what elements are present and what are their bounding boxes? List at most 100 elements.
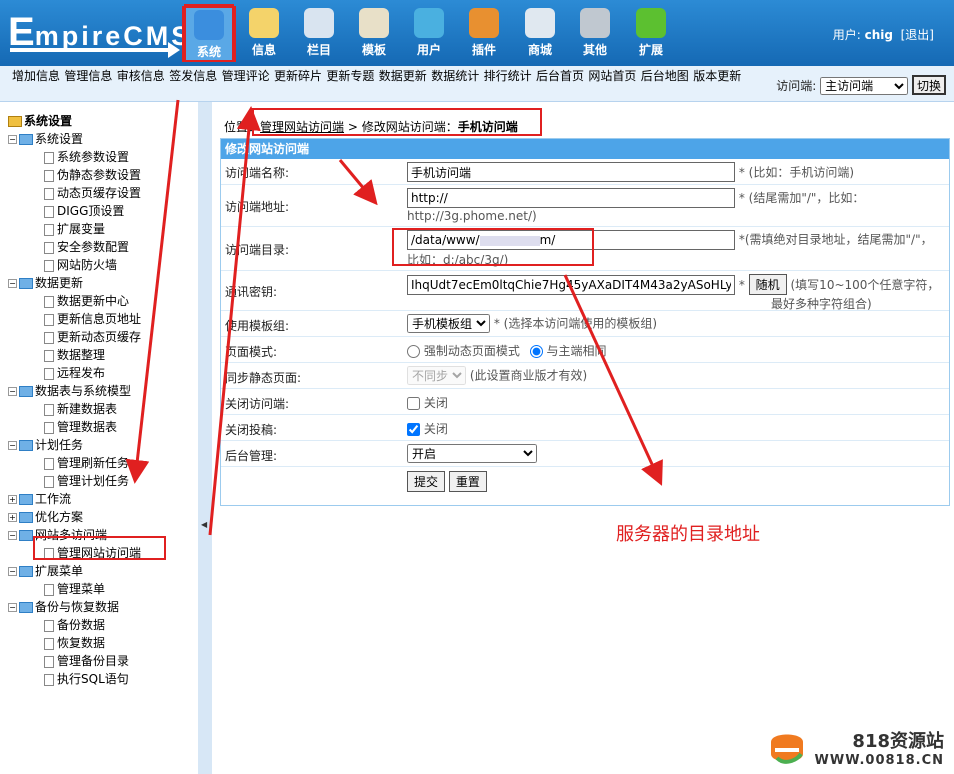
row-url: 访问端地址: * (结尾需加"/"，比如： http://3g.phome.ne…	[221, 185, 949, 227]
subnav-item[interactable]: 审核信息	[117, 69, 165, 84]
tree-item[interactable]: 更新动态页缓存	[44, 328, 141, 346]
collapse-toggle-icon[interactable]: −	[8, 279, 17, 288]
close-post-checkbox[interactable]	[407, 423, 420, 436]
name-hint: * (比如：手机访问端)	[738, 165, 855, 180]
subnav-item[interactable]: 管理信息	[64, 69, 112, 84]
name-input[interactable]	[407, 162, 735, 182]
mainnav-4[interactable]: 用户	[404, 4, 454, 62]
subnav-item[interactable]: 数据统计	[431, 69, 479, 84]
page-icon	[44, 583, 54, 596]
tree-item[interactable]: 动态页缓存设置	[44, 184, 141, 202]
tree-folder[interactable]: − 网站多访问端	[8, 526, 107, 544]
name-label: 访问端名称:	[225, 166, 290, 180]
url-input[interactable]	[407, 188, 735, 208]
user-icon	[414, 8, 444, 38]
tree-folder[interactable]: − 计划任务	[8, 436, 83, 454]
tree-item[interactable]: 管理菜单	[44, 580, 105, 598]
tree-item[interactable]: 恢复数据	[44, 634, 105, 652]
reset-button[interactable]: 重置	[448, 471, 487, 492]
tree-item[interactable]: 管理刷新任务	[44, 454, 129, 472]
tree-item[interactable]: DIGG顶设置	[44, 202, 124, 220]
mainnav-3[interactable]: 模板	[349, 4, 399, 62]
random-key-button[interactable]: 随机	[748, 274, 787, 295]
tree-folder[interactable]: − 系统设置	[8, 130, 83, 148]
subnav-item[interactable]: 后台地图	[641, 69, 689, 84]
collapse-toggle-icon[interactable]: −	[8, 387, 17, 396]
subnav-item[interactable]: 排行统计	[484, 69, 532, 84]
mainnav-7[interactable]: 其他	[570, 4, 620, 62]
page-icon	[44, 151, 54, 164]
subnav-item[interactable]: 增加信息	[12, 69, 60, 84]
tree-item[interactable]: 扩展变量	[44, 220, 105, 238]
template-select[interactable]: 手机模板组	[407, 314, 490, 333]
collapse-toggle-icon[interactable]: −	[8, 567, 17, 576]
tree-item[interactable]: 安全参数配置	[44, 238, 129, 256]
switch-button[interactable]: 切换	[911, 75, 946, 95]
subnav-item[interactable]: 签发信息	[169, 69, 217, 84]
row-sync: 同步静态页面: 不同步 (此设置商业版才有效)	[221, 363, 949, 389]
tree-folder[interactable]: + 优化方案	[8, 508, 83, 526]
watermark-line2: WWW.00818.CN	[814, 753, 944, 768]
tree-item[interactable]: 新建数据表	[44, 400, 117, 418]
subnav-item[interactable]: 后台首页	[536, 69, 584, 84]
row-buttons: 提交 重置	[221, 467, 949, 497]
tree-item[interactable]: 网站防火墙	[44, 256, 117, 274]
tree-folder[interactable]: + 工作流	[8, 490, 71, 508]
breadcrumb-link[interactable]: 管理网站访问端	[260, 120, 344, 134]
mainnav-5[interactable]: 插件	[459, 4, 509, 62]
sync-select[interactable]: 不同步	[407, 366, 466, 385]
tree-item[interactable]: 管理网站访问端	[44, 544, 141, 562]
page-icon	[44, 223, 54, 236]
mode-dynamic-radio[interactable]	[407, 345, 420, 358]
expand-toggle-icon[interactable]: +	[8, 495, 17, 504]
mainnav-6[interactable]: 商城	[515, 4, 565, 62]
admin-select[interactable]: 开启	[407, 444, 537, 463]
key-input[interactable]	[407, 275, 735, 295]
mainnav-8[interactable]: 扩展	[626, 4, 676, 62]
collapse-toggle-icon[interactable]: −	[8, 603, 17, 612]
tree-folder[interactable]: − 备份与恢复数据	[8, 598, 119, 616]
tree-item[interactable]: 系统参数设置	[44, 148, 129, 166]
url-hint: * (结尾需加"/"，比如：	[738, 191, 865, 205]
collapse-toggle-icon[interactable]: −	[8, 531, 17, 540]
logout-link[interactable]: [退出]	[901, 28, 934, 42]
sync-label: 同步静态页面:	[225, 371, 302, 385]
tree-folder[interactable]: 系统设置	[8, 112, 72, 130]
collapse-toggle-icon[interactable]: −	[8, 135, 17, 144]
subnav-item[interactable]: 网站首页	[588, 69, 636, 84]
visit-select[interactable]: 主访问端	[820, 77, 909, 95]
tree-item[interactable]: 伪静态参数设置	[44, 166, 141, 184]
collapse-toggle-icon[interactable]: −	[8, 441, 17, 450]
tree-folder[interactable]: − 扩展菜单	[8, 562, 83, 580]
dir-input[interactable]: /data/www/m/	[407, 230, 735, 250]
close-visit-checkbox[interactable]	[407, 397, 420, 410]
tree-item[interactable]: 备份数据	[44, 616, 105, 634]
tree-item[interactable]: 管理数据表	[44, 418, 117, 436]
submit-button[interactable]: 提交	[407, 471, 446, 492]
subnav-item[interactable]: 更新碎片	[274, 69, 322, 84]
mainnav-0[interactable]: 系统	[184, 4, 234, 62]
tree-item[interactable]: 管理备份目录	[44, 652, 129, 670]
subnav-item[interactable]: 更新专题	[326, 69, 374, 84]
tree-item[interactable]: 管理计划任务	[44, 472, 129, 490]
subnav-item[interactable]: 数据更新	[379, 69, 427, 84]
tree-item[interactable]: 执行SQL语句	[44, 670, 129, 688]
tree-item[interactable]: 更新信息页地址	[44, 310, 141, 328]
mainnav-1[interactable]: 信息	[239, 4, 289, 62]
subnav-item[interactable]: 版本更新	[693, 69, 741, 84]
tree-item[interactable]: 远程发布	[44, 364, 105, 382]
mainnav-label: 商城	[527, 43, 552, 57]
visit-label: 访问端:	[776, 79, 817, 93]
collapse-arrow-icon[interactable]: ◀	[201, 520, 207, 529]
tree-folder[interactable]: − 数据表与系统模型	[8, 382, 131, 400]
tree-item[interactable]: 数据整理	[44, 346, 105, 364]
expand-toggle-icon[interactable]: +	[8, 513, 17, 522]
form-title: 修改网站访问端	[221, 139, 949, 159]
mainnav-2[interactable]: 栏目	[294, 4, 344, 62]
template-label: 使用模板组:	[225, 319, 290, 333]
mode-same-radio[interactable]	[529, 345, 543, 358]
tree-folder[interactable]: − 数据更新	[8, 274, 83, 292]
tree-item[interactable]: 数据更新中心	[44, 292, 129, 310]
panel-splitter[interactable]: ◀	[198, 102, 212, 774]
subnav-item[interactable]: 管理评论	[222, 69, 270, 84]
